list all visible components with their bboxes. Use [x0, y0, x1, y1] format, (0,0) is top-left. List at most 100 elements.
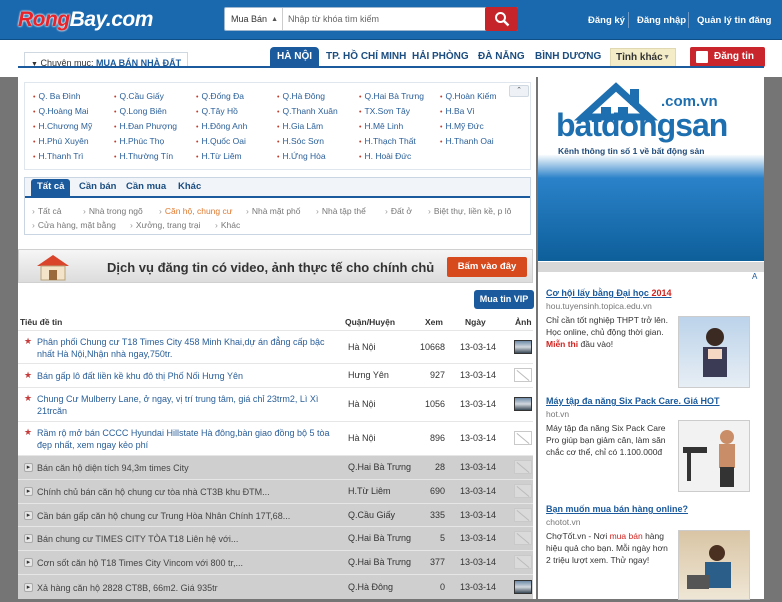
- ad-university[interactable]: Cơ hội lấy bằng Đại học 2014 hou.tuyensi…: [546, 288, 758, 388]
- district-link[interactable]: H. Hoài Đức: [359, 151, 411, 161]
- ad-image-chotot[interactable]: [678, 530, 750, 600]
- district-link[interactable]: H.Gia Lâm: [277, 121, 323, 131]
- manage-posts-link[interactable]: Quản lý tin đăng: [697, 15, 771, 26]
- ad-image-student[interactable]: [678, 316, 750, 388]
- collapse-button[interactable]: ⌃: [509, 85, 529, 97]
- district-link[interactable]: H.Thường Tín: [114, 151, 173, 161]
- listing-thumbnail[interactable]: [514, 340, 532, 354]
- subtype-link[interactable]: Căn hộ, chung cư: [159, 206, 233, 216]
- district-link[interactable]: H.Từ Liêm: [196, 151, 241, 161]
- ad-title[interactable]: Máy tập đa năng Six Pack Care. Giá HOT: [546, 396, 720, 406]
- video-service-banner[interactable]: Dịch vụ đăng tin có video, ảnh thực tế c…: [18, 249, 533, 283]
- listing-title-link[interactable]: Cần bán gấp căn hộ chung cư Trung Hòa Nh…: [37, 510, 337, 522]
- listing-row[interactable]: ▸ Chính chủ bán căn hộ chung cư tòa nhà C…: [18, 479, 533, 503]
- batdongsan-ad[interactable]: .com.vn batdongsan Kênh thông tin số 1 v…: [538, 77, 764, 261]
- tab-all[interactable]: Tất cả: [31, 179, 71, 198]
- district-link[interactable]: H.Thạch Thất: [359, 136, 415, 146]
- listing-title-link[interactable]: Xả hàng căn hộ 2828 CT8B, 66m2. Giá 935t…: [37, 582, 337, 594]
- district-link[interactable]: H.Mê Linh: [359, 121, 403, 131]
- ad-chotot[interactable]: Bạn muốn mua bán hàng online? chotot.vn …: [546, 504, 758, 600]
- district-link[interactable]: Q.Cầu Giấy: [114, 91, 163, 101]
- subtype-link[interactable]: Biệt thự, liền kề, p lô: [428, 206, 512, 216]
- ad-title[interactable]: Bạn muốn mua bán hàng online?: [546, 504, 688, 514]
- listing-title-link[interactable]: Chính chủ bán căn hộ chung cư tòa nhà CT…: [37, 486, 337, 498]
- district-link[interactable]: Q.Hoàng Mai: [33, 106, 88, 116]
- vip-listing-row[interactable]: ★ Bán gấp lô đất liền kề khu đô thị Phố N…: [18, 363, 533, 387]
- ad-image-fitness[interactable]: [678, 420, 750, 492]
- subtype-link[interactable]: Cửa hàng, mặt bằng: [32, 220, 116, 230]
- search-input[interactable]: [285, 8, 481, 30]
- district-link[interactable]: Q.Hai Bà Trưng: [359, 91, 424, 101]
- tab-for-sale[interactable]: Cần bán: [79, 181, 116, 192]
- tab-da-nang[interactable]: ĐÀ NẴNG: [478, 47, 525, 67]
- tab-ho-chi-minh[interactable]: TP. HỒ CHÍ MINH: [326, 47, 406, 67]
- subtype-link[interactable]: Nhà tập thể: [316, 206, 366, 216]
- district-link[interactable]: Q.Thanh Xuân: [277, 106, 337, 116]
- expand-icon[interactable]: ▸: [24, 487, 33, 496]
- district-link[interactable]: H.Ba Vì: [440, 106, 474, 116]
- expand-icon[interactable]: ▸: [24, 511, 33, 520]
- ad-title[interactable]: Cơ hội lấy bằng Đại học: [546, 288, 649, 298]
- expand-icon[interactable]: ▸: [24, 463, 33, 472]
- search-button[interactable]: [485, 7, 518, 31]
- district-link[interactable]: H.Chương Mỹ: [33, 121, 92, 131]
- vip-listing-row[interactable]: ★ Rầm rộ mở bán CCCC Hyundai Hillstate Hà…: [18, 421, 533, 455]
- district-link[interactable]: H.Phúc Thọ: [114, 136, 164, 146]
- subtype-link[interactable]: Khác: [215, 220, 240, 230]
- listing-row[interactable]: ▸ Bán chung cư TIMES CITY TÒA T18 Liên hệ…: [18, 526, 533, 550]
- district-link[interactable]: H.Đan Phượng: [114, 121, 177, 131]
- listing-title-link[interactable]: Bán căn hộ diện tích 94,3m times City: [37, 462, 337, 474]
- listing-title-link[interactable]: Bán chung cư TIMES CITY TÒA T18 Liên hệ …: [37, 533, 337, 545]
- listing-row[interactable]: ▸ Bán căn hộ diện tích 94,3m times City Q.…: [18, 455, 533, 479]
- district-link[interactable]: Q.Hà Đông: [277, 91, 325, 101]
- post-ad-button[interactable]: Đăng tin: [690, 47, 765, 67]
- subtype-link[interactable]: Xưởng, trang trại: [130, 220, 201, 230]
- district-link[interactable]: H.Phú Xuyên: [33, 136, 88, 146]
- tab-ha-noi[interactable]: HÀ NỘI: [270, 47, 319, 67]
- login-link[interactable]: Đăng nhập: [637, 15, 686, 26]
- other-provinces-dropdown[interactable]: Tỉnh khác ▼: [610, 48, 676, 67]
- district-link[interactable]: H.Thanh Trì: [33, 151, 83, 161]
- listing-title-link[interactable]: Bán gấp lô đất liền kề khu đô thị Phố Nố…: [37, 370, 337, 382]
- expand-icon[interactable]: ▸: [24, 583, 33, 592]
- district-link[interactable]: Q.Đống Đa: [196, 91, 244, 101]
- tab-hai-phong[interactable]: HẢI PHÒNG: [412, 47, 469, 67]
- listing-row[interactable]: ▸ Cần bán gấp căn hộ chung cư Trung Hòa N…: [18, 503, 533, 526]
- expand-icon[interactable]: ▸: [24, 558, 33, 567]
- listing-row[interactable]: ▸ Cơn sốt căn hộ T18 Times City Vincom vớ…: [18, 550, 533, 574]
- register-link[interactable]: Đăng ký: [588, 15, 625, 26]
- buy-vip-button[interactable]: Mua tin VIP: [474, 290, 534, 309]
- listing-title-link[interactable]: Rầm rộ mở bán CCCC Hyundai Hillstate Hà …: [37, 427, 337, 451]
- subtype-link[interactable]: Đất ở: [385, 206, 412, 216]
- listing-row[interactable]: ▸ Xả hàng căn hộ 2828 CT8B, 66m2. Giá 935…: [18, 574, 533, 599]
- vip-listing-row[interactable]: ★ Phân phối Chung cư T18 Times City 458 M…: [18, 330, 533, 363]
- district-link[interactable]: H.Đông Anh: [196, 121, 247, 131]
- listing-thumbnail[interactable]: [514, 397, 532, 411]
- listing-title-link[interactable]: Phân phối Chung cư T18 Times City 458 Mi…: [37, 336, 337, 360]
- click-here-button[interactable]: Bấm vào đây: [447, 257, 527, 277]
- subtype-link[interactable]: Nhà mặt phố: [246, 206, 301, 216]
- district-link[interactable]: TX.Sơn Tây: [359, 106, 410, 116]
- district-link[interactable]: Q. Ba Đình: [33, 91, 80, 101]
- expand-icon[interactable]: ▸: [24, 534, 33, 543]
- listing-title-link[interactable]: Chung Cư Mulberry Lane, ở ngay, vị trí t…: [37, 393, 337, 417]
- district-link[interactable]: Q.Long Biên: [114, 106, 166, 116]
- tab-other[interactable]: Khác: [178, 181, 201, 192]
- district-link[interactable]: H.Ứng Hòa: [277, 151, 325, 161]
- district-link[interactable]: Q.Tây Hồ: [196, 106, 237, 116]
- subtype-link[interactable]: Nhà trong ngõ: [83, 206, 143, 216]
- district-link[interactable]: H.Thanh Oai: [440, 136, 493, 146]
- district-link[interactable]: Q.Hoàn Kiếm: [440, 91, 496, 101]
- district-link[interactable]: H.Quốc Oai: [196, 136, 245, 146]
- ad-choices-icon[interactable]: A: [752, 272, 757, 281]
- search-category-select[interactable]: Mua Bán ▲: [225, 8, 283, 30]
- subtype-link[interactable]: Tất cả: [32, 206, 62, 216]
- tab-wanted[interactable]: Cần mua: [126, 181, 166, 192]
- ad-fitness[interactable]: Máy tập đa năng Six Pack Care. Giá HOT h…: [546, 396, 758, 492]
- listing-thumbnail[interactable]: [514, 580, 532, 594]
- listing-title-link[interactable]: Cơn sốt căn hộ T18 Times City Vincom với…: [37, 557, 337, 569]
- vip-listing-row[interactable]: ★ Chung Cư Mulberry Lane, ở ngay, vị trí …: [18, 387, 533, 421]
- district-link[interactable]: H.Sóc Sơn: [277, 136, 323, 146]
- tab-binh-duong[interactable]: BÌNH DƯƠNG: [535, 47, 601, 67]
- district-link[interactable]: H.Mỹ Đức: [440, 121, 483, 131]
